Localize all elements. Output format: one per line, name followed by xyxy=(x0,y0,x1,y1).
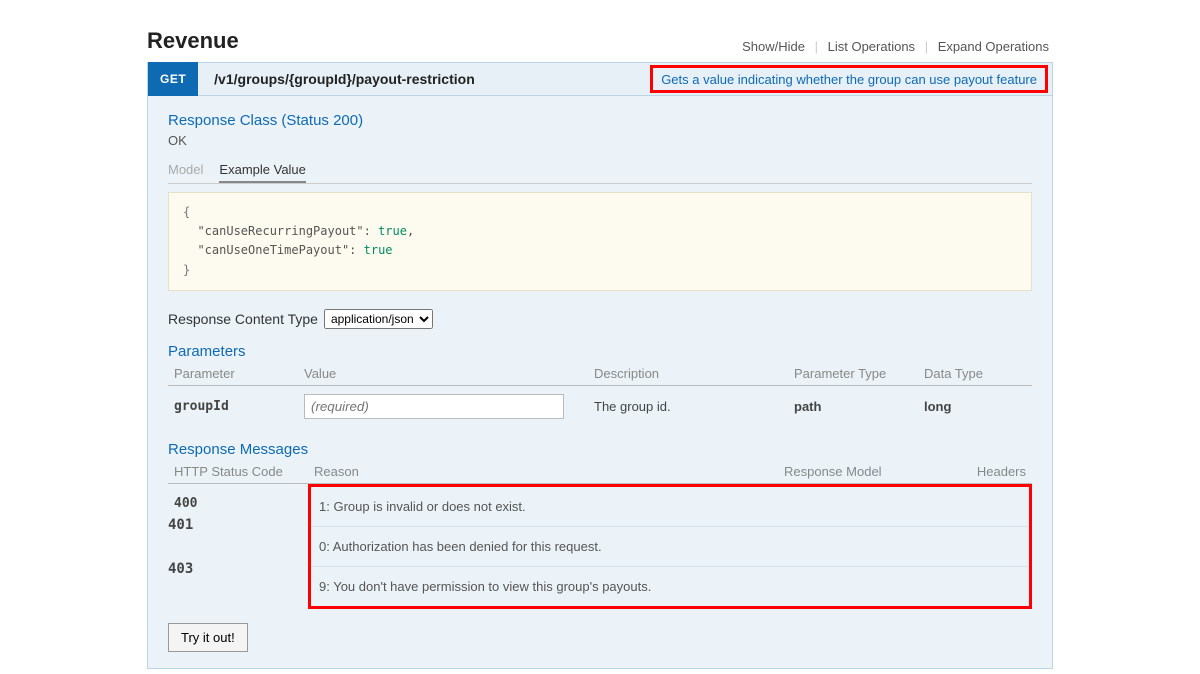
separator: | xyxy=(923,39,930,54)
col-parameter: Parameter xyxy=(168,362,298,386)
col-response-model: Response Model xyxy=(778,460,941,484)
param-datatype: long xyxy=(918,385,1032,427)
code-line: "canUseRecurringPayout": true, xyxy=(183,222,1017,241)
section-title: Revenue xyxy=(147,28,239,54)
parameters-table: Parameter Value Description Parameter Ty… xyxy=(168,362,1032,427)
param-name: groupId xyxy=(168,385,298,427)
parameter-row: groupId The group id. path long xyxy=(168,385,1032,427)
status-code: 400 xyxy=(168,483,308,609)
status-code: 403 xyxy=(168,561,193,577)
response-status-text: OK xyxy=(168,133,1032,148)
tab-model[interactable]: Model xyxy=(168,158,203,183)
example-value-code[interactable]: { "canUseRecurringPayout": true, "canUse… xyxy=(168,192,1032,291)
response-content-type-label: Response Content Type xyxy=(168,311,318,327)
endpoint-path: /v1/groups/{groupId}/payout-restriction xyxy=(198,71,475,87)
response-content-type-select[interactable]: application/json xyxy=(324,309,433,329)
showhide-link[interactable]: Show/Hide xyxy=(738,39,809,54)
col-http-status: HTTP Status Code xyxy=(168,460,308,484)
parameters-heading: Parameters xyxy=(168,343,1032,360)
operation-summary: Gets a value indicating whether the grou… xyxy=(650,65,1048,93)
status-reason: 1: Group is invalid or does not exist. xyxy=(311,487,1029,526)
param-type: path xyxy=(788,385,918,427)
status-reason: 0: Authorization has been denied for thi… xyxy=(311,526,1029,566)
status-reason: 9: You don't have permission to view thi… xyxy=(311,566,1029,606)
col-headers: Headers xyxy=(941,460,1032,484)
operation-panel: Response Class (Status 200) OK Model Exa… xyxy=(147,96,1053,669)
response-row: 400 1: Group is invalid or does not exis… xyxy=(168,483,1032,609)
expand-operations-link[interactable]: Expand Operations xyxy=(934,39,1053,54)
list-operations-link[interactable]: List Operations xyxy=(824,39,919,54)
code-line: { xyxy=(183,203,1017,222)
separator: | xyxy=(813,39,820,54)
col-value: Value xyxy=(298,362,588,386)
response-messages-table: HTTP Status Code Reason Response Model H… xyxy=(168,460,1032,609)
col-data-type: Data Type xyxy=(918,362,1032,386)
param-description: The group id. xyxy=(588,385,788,427)
col-parameter-type: Parameter Type xyxy=(788,362,918,386)
col-reason: Reason xyxy=(308,460,778,484)
response-messages-heading: Response Messages xyxy=(168,441,1032,458)
col-description: Description xyxy=(588,362,788,386)
param-input-groupid[interactable] xyxy=(304,394,564,419)
section-actions: Show/Hide | List Operations | Expand Ope… xyxy=(738,39,1053,54)
response-tabs: Model Example Value xyxy=(168,158,1032,184)
http-method-badge: GET xyxy=(148,62,198,96)
response-class-heading: Response Class (Status 200) xyxy=(168,112,1032,129)
code-line: } xyxy=(183,261,1017,280)
code-line: "canUseOneTimePayout": true xyxy=(183,241,1017,260)
tab-example-value[interactable]: Example Value xyxy=(219,158,305,183)
status-code: 401 xyxy=(168,517,193,533)
reason-highlight-box: 1: Group is invalid or does not exist. 0… xyxy=(308,484,1032,609)
try-it-out-button[interactable]: Try it out! xyxy=(168,623,248,652)
operation-bar[interactable]: GET /v1/groups/{groupId}/payout-restrict… xyxy=(147,62,1053,96)
